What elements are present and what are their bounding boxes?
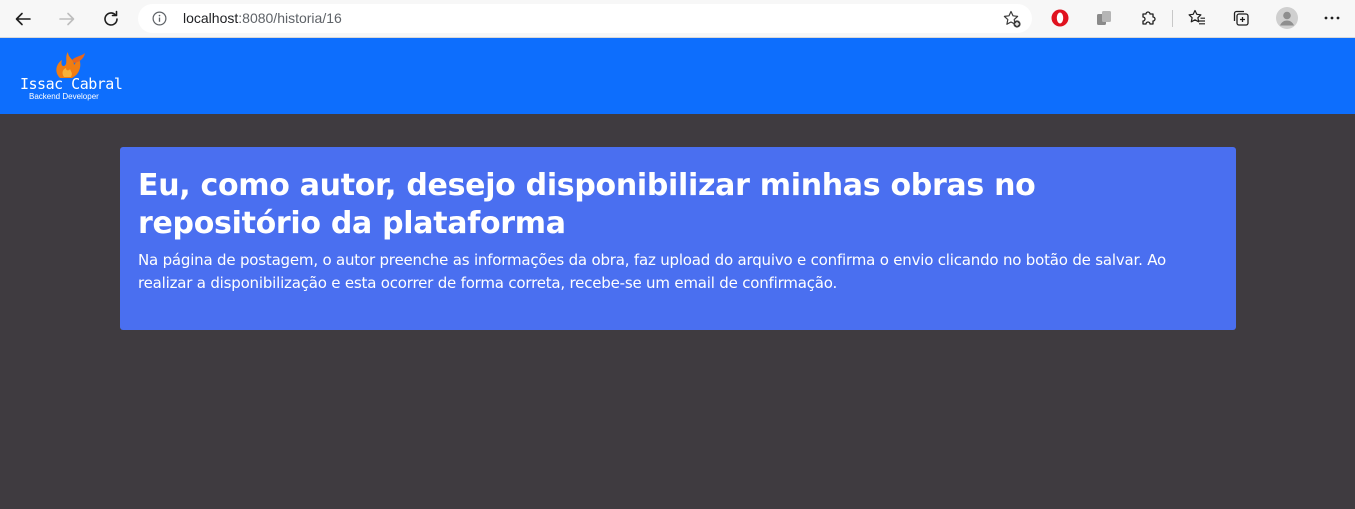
info-icon[interactable] [152,11,167,26]
back-button[interactable] [10,6,36,32]
story-card: Eu, como autor, desejo disponibilizar mi… [120,147,1236,330]
story-title: Eu, como autor, desejo disponibilizar mi… [138,168,1036,241]
extensions-button[interactable] [1138,7,1160,29]
brand-logo[interactable]: Issac Cabral Backend Developer [20,50,140,106]
reload-button[interactable] [98,6,124,32]
story-description: Na página de postagem, o autor preenche … [138,251,1166,292]
profile-button[interactable] [1276,7,1298,29]
opera-extension-icon [1051,9,1069,27]
site-header: Issac Cabral Backend Developer [0,38,1355,114]
star-list-icon [1188,9,1205,25]
collections-button[interactable] [1230,7,1252,29]
profile-avatar-icon [1276,7,1298,29]
brand-subtitle: Backend Developer [29,92,99,101]
favorites-button[interactable] [1186,7,1208,29]
url-path: :8080/historia/16 [238,10,342,26]
reload-icon [104,10,118,26]
toolbar-divider [1172,10,1173,27]
extension-icon [1097,11,1111,25]
more-icon [1324,16,1340,20]
collections-icon [1233,10,1249,26]
puzzle-icon [1142,11,1156,25]
url-host: localhost [183,10,239,26]
address-bar[interactable]: localhost:8080/historia/16 [138,4,1032,33]
browser-toolbar: localhost:8080/historia/16 [0,0,1355,38]
extension-button[interactable] [1093,7,1115,29]
brand-name: Issac Cabral [20,75,123,93]
arrow-right-icon [59,12,75,26]
url-text[interactable]: localhost:8080/historia/16 [183,10,342,26]
star-plus-icon[interactable] [1002,9,1022,29]
forward-button[interactable] [54,6,80,32]
arrow-left-icon [15,12,31,26]
opera-extension-button[interactable] [1049,7,1071,29]
settings-menu-button[interactable] [1321,7,1343,29]
